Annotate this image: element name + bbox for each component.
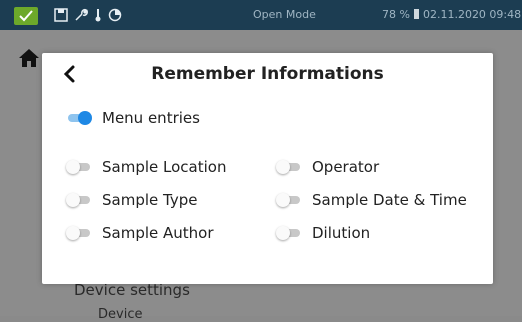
status-icons — [54, 6, 122, 24]
menu-entries-toggle[interactable] — [66, 110, 92, 126]
sample-date-time-toggle[interactable] — [276, 192, 302, 208]
device-settings-subitem[interactable]: Device — [98, 307, 142, 322]
remember-informations-dialog: Remember Informations Menu entries Sampl… — [42, 53, 493, 284]
sample-date-time-label: Sample Date & Time — [312, 191, 467, 209]
sample-location-toggle[interactable] — [66, 159, 92, 175]
save-icon — [54, 8, 68, 22]
status-bar: Open Mode 78 % 02.11.2020 09:48 — [0, 0, 522, 30]
mode-indicator: Open Mode — [253, 8, 316, 21]
operator-toggle[interactable] — [276, 159, 302, 175]
sample-type-label: Sample Type — [102, 191, 198, 209]
dilution-label: Dilution — [312, 224, 371, 242]
datetime: 02.11.2020 09:48 — [422, 8, 522, 21]
sample-location-label: Sample Location — [102, 158, 227, 176]
status-ok-icon[interactable] — [14, 7, 38, 25]
sample-type-toggle[interactable] — [66, 192, 92, 208]
menu-entries-label: Menu entries — [102, 109, 200, 127]
battery-level: 78 % — [382, 8, 410, 21]
home-icon[interactable] — [18, 48, 40, 68]
battery-icon — [413, 9, 419, 19]
dilution-toggle[interactable] — [276, 225, 302, 241]
timer-icon — [108, 8, 122, 22]
dialog-title: Remember Informations — [151, 64, 384, 84]
operator-label: Operator — [312, 158, 380, 176]
status-info: 78 % 02.11.2020 09:48 — [382, 8, 521, 21]
thermometer-icon — [95, 9, 101, 22]
wrench-icon — [75, 9, 88, 21]
sample-author-toggle[interactable] — [66, 225, 92, 241]
sample-author-label: Sample Author — [102, 224, 214, 242]
